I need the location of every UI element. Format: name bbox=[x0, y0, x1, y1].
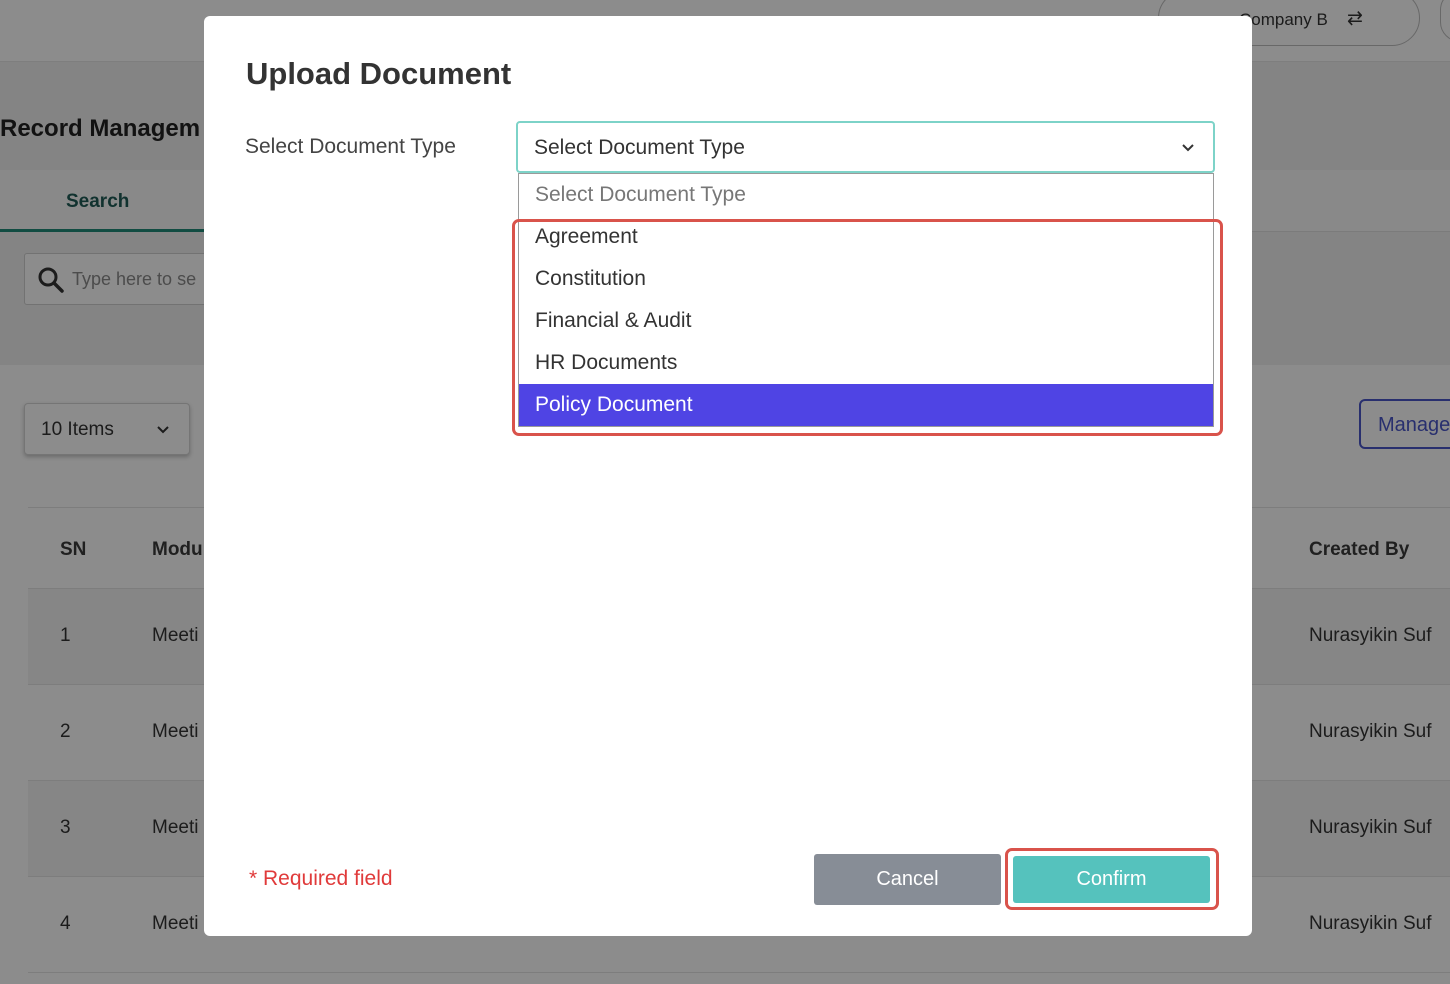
highlight-confirm-box bbox=[1005, 848, 1219, 910]
required-field-note: * Required field bbox=[249, 867, 393, 890]
cancel-button-label: Cancel bbox=[876, 868, 939, 890]
chevron-down-icon bbox=[1182, 144, 1194, 152]
cancel-button[interactable]: Cancel bbox=[814, 854, 1001, 905]
highlight-options-box bbox=[512, 219, 1223, 436]
modal-title: Upload Document bbox=[246, 56, 512, 91]
upload-document-modal: Upload Document Select Document Type Sel… bbox=[204, 16, 1252, 936]
option-label: Select Document Type bbox=[535, 183, 746, 206]
option-placeholder[interactable]: Select Document Type bbox=[519, 174, 1213, 216]
document-type-select-value: Select Document Type bbox=[534, 136, 745, 159]
document-type-label: Select Document Type bbox=[245, 135, 456, 158]
document-type-select[interactable]: Select Document Type bbox=[516, 121, 1215, 173]
